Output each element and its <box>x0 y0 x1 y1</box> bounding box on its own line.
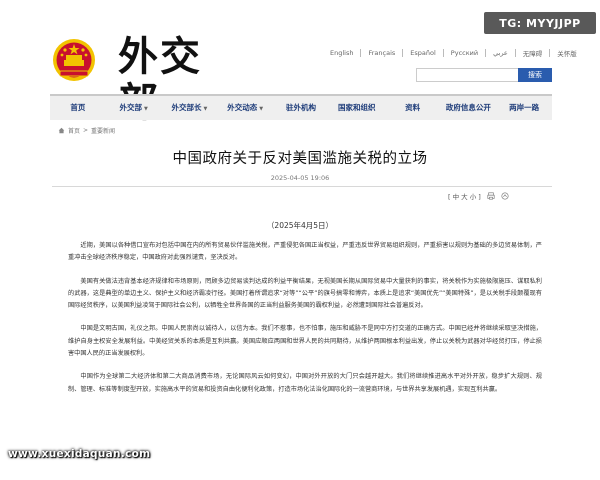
nav-item[interactable]: 外交动态 ▼ <box>217 96 273 120</box>
chevron-down-icon: ▼ <box>143 106 148 112</box>
national-emblem-icon[interactable] <box>52 38 96 82</box>
nav-item[interactable]: 资料 <box>385 96 441 120</box>
tg-overlay-badge: TG: MYYJJPP <box>484 12 596 34</box>
language-link[interactable]: Русский <box>451 49 478 57</box>
nav-item-label: 国家和组织 <box>338 103 376 112</box>
article-title: 中国政府关于反对美国滥施关税的立场 <box>172 151 428 167</box>
site-watermark: www.xuexidaquan.com <box>8 448 151 460</box>
language-separator <box>442 49 444 57</box>
share-icon[interactable] <box>501 192 509 200</box>
language-link[interactable]: Français <box>368 49 395 57</box>
language-bar: English Français Español Русский عربي 无障碍 关怀版 <box>330 46 577 60</box>
nav-item[interactable]: 国家和组织 <box>329 96 385 120</box>
nav-item[interactable]: 外交部 ▼ <box>106 96 162 120</box>
search-button[interactable]: 搜索 <box>518 68 552 82</box>
breadcrumb: 首页 > 重要新闻 <box>58 126 115 135</box>
article-paragraph: 近期，美国以各种借口宣布对包括中国在内的所有贸易伙伴滥施关税，严重侵犯各国正当权… <box>68 242 542 262</box>
nav-item-label: 资料 <box>405 103 421 112</box>
site-title-calligraphy[interactable]: 外交部 <box>118 34 233 126</box>
font-size-controls[interactable]: [ 中 大 小 ] <box>448 191 481 201</box>
article-paragraph: 中国作为全球第二大经济体和第二大商品消费市场，无论国际风云如何变幻，中国对外开放… <box>68 373 542 393</box>
language-separator <box>360 49 362 57</box>
article-toolbar: [ 中 大 小 ] <box>448 191 509 201</box>
breadcrumb-current[interactable]: 重要新闻 <box>91 126 115 135</box>
language-separator <box>549 49 551 57</box>
language-link[interactable]: 无障碍 <box>523 48 543 58</box>
chevron-down-icon: ▼ <box>203 106 208 112</box>
search-box: 搜索 <box>416 68 552 82</box>
nav-item-label: 驻外机构 <box>286 103 317 112</box>
nav-item-label: 外交动态 <box>227 103 258 112</box>
language-link[interactable]: English <box>330 49 353 57</box>
article-paragraph: 美国有关做法违背基本经济规律和市场原则，罔顾多边贸易谈判达成的利益平衡结果，无视… <box>68 277 542 310</box>
nav-item[interactable]: 首页 <box>50 96 106 120</box>
nav-item-label: 两岸一路 <box>509 103 540 112</box>
language-separator <box>485 49 487 57</box>
language-link[interactable]: 关怀版 <box>557 48 577 58</box>
nav-item-label: 政府信息公开 <box>445 103 491 112</box>
breadcrumb-home[interactable]: 首页 <box>68 126 80 135</box>
title-divider <box>52 186 552 187</box>
chevron-down-icon: ▼ <box>259 106 264 112</box>
language-separator <box>514 49 516 57</box>
search-input[interactable] <box>416 68 518 82</box>
nav-item[interactable]: 驻外机构 <box>273 96 329 120</box>
nav-item[interactable]: 两岸一路 <box>496 96 552 120</box>
article-date: 2025-04-05 19:06 <box>270 174 330 182</box>
print-icon[interactable] <box>487 192 495 200</box>
breadcrumb-separator: > <box>83 127 89 134</box>
language-separator <box>402 49 404 57</box>
nav-item-label: 外交部长 <box>171 103 202 112</box>
nav-item-label: 外交部 <box>119 103 142 112</box>
article-body: 近期，美国以各种借口宣布对包括中国在内的所有贸易伙伴滥施关税，严重侵犯各国正当权… <box>68 240 542 407</box>
nav-item[interactable]: 政府信息公开 <box>440 96 496 120</box>
home-icon <box>58 127 65 134</box>
nav-item[interactable]: 外交部长 ▼ <box>162 96 218 120</box>
article-subdate: （2025年4月5日） <box>266 221 334 230</box>
language-link[interactable]: Español <box>410 49 436 57</box>
article-paragraph: 中国是文明古国，礼仪之邦。中国人民崇尚以诚待人，以信为本。我们不惹事，也不怕事，… <box>68 325 542 358</box>
main-nav: 首页 外交部 ▼ 外交部长 ▼ 外交动态 ▼ 驻外机构 国家和组织 资料 政府信息公开 两岸一路 <box>50 94 552 120</box>
language-link[interactable]: عربي <box>493 49 508 57</box>
nav-item-label: 首页 <box>70 103 86 112</box>
